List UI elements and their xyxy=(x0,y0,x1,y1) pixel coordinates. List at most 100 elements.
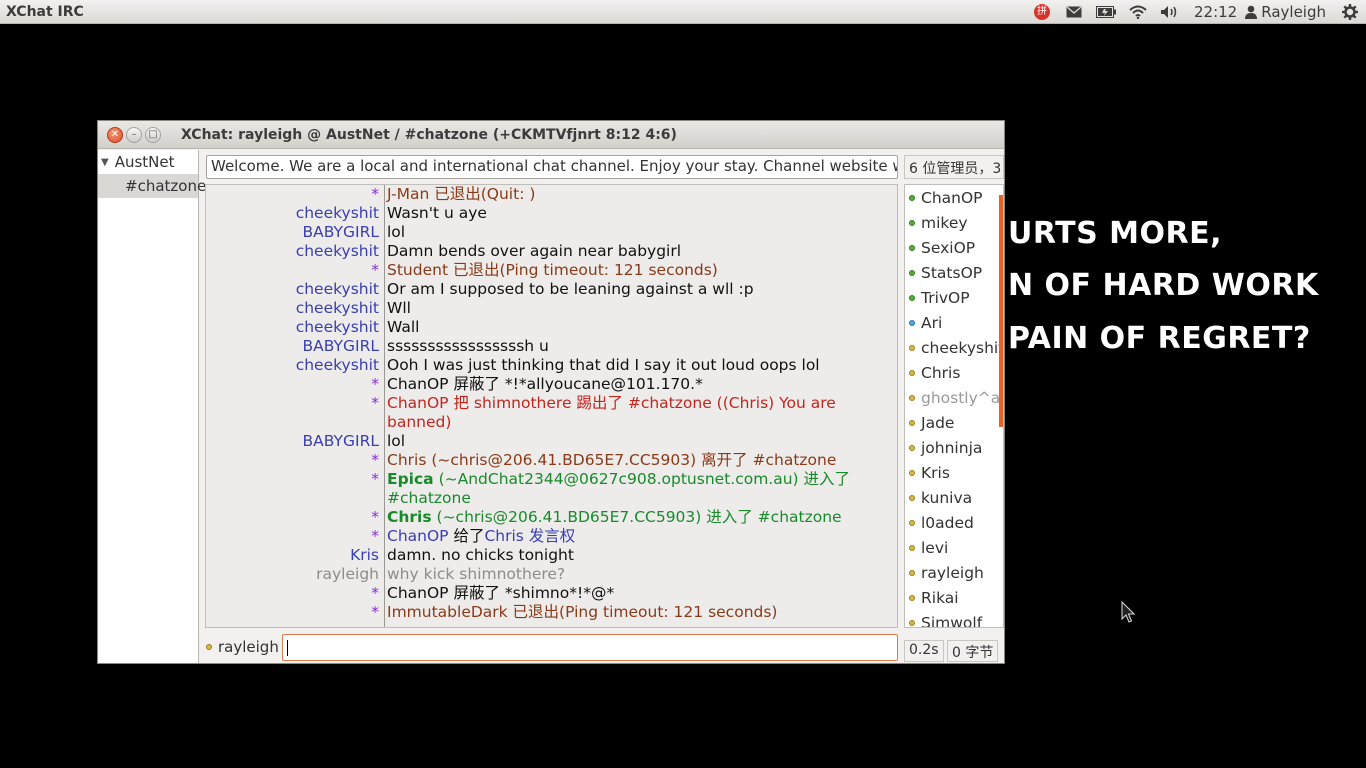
chat-line: * ChanOP 给了Chris 发言权 xyxy=(206,527,897,546)
chat-message-part: Student 已退出(Ping timeout: 121 seconds) xyxy=(387,261,718,279)
chat-line: * Chris (~chris@206.41.BD65E7.CC5903) 进入了… xyxy=(206,508,897,527)
volume-icon[interactable] xyxy=(1154,0,1186,24)
chat-nick[interactable]: cheekyshit xyxy=(206,299,382,318)
chat-message: lol xyxy=(382,223,892,242)
nick-button[interactable]: rayleigh xyxy=(206,634,279,660)
user-list-item[interactable]: Simwolf xyxy=(905,610,1003,628)
chat-nick[interactable]: cheekyshit xyxy=(206,204,382,223)
chat-nick[interactable]: cheekyshit xyxy=(206,318,382,337)
user-list-item[interactable]: ChanOP xyxy=(905,185,1003,210)
user-menu[interactable]: Rayleigh xyxy=(1245,3,1334,21)
user-list-item[interactable]: Kris xyxy=(905,460,1003,485)
user-list-item[interactable]: l0aded xyxy=(905,510,1003,535)
chat-message: Chris (~chris@206.41.BD65E7.CC5903) 离开了 … xyxy=(382,451,892,470)
expander-down-icon[interactable]: ▼ xyxy=(101,157,109,168)
user-list-item[interactable]: Jade xyxy=(905,410,1003,435)
topic-field[interactable]: Welcome. We are a local and internationa… xyxy=(206,155,898,179)
gear-icon[interactable] xyxy=(1334,0,1366,24)
user-status-icon xyxy=(909,369,915,376)
user-status-icon xyxy=(909,244,915,251)
mouse-cursor-icon xyxy=(1121,601,1135,623)
chat-message: Student 已退出(Ping timeout: 121 seconds) xyxy=(382,261,892,280)
mail-icon[interactable] xyxy=(1058,0,1090,24)
tree-channel-item[interactable]: #chatzone xyxy=(98,174,206,198)
user-name: ChanOP xyxy=(921,188,983,207)
lag-indicator: 0.2s xyxy=(904,640,944,662)
user-list[interactable]: ChanOP mikey SexiOP StatsOP TrivOP Ari cheekys… xyxy=(904,184,1004,628)
user-status-icon xyxy=(909,394,915,401)
chat-line: cheekyshit Ooh I was just thinking that d… xyxy=(206,356,897,375)
user-list-item[interactable]: ghostly^afk xyxy=(905,385,1003,410)
nick-status-icon xyxy=(206,644,212,650)
chat-line: * Student 已退出(Ping timeout: 121 seconds) xyxy=(206,261,897,280)
user-list-item[interactable]: mikey xyxy=(905,210,1003,235)
maximize-button[interactable]: □ xyxy=(145,126,161,143)
chat-nick[interactable]: Kris xyxy=(206,546,382,565)
chat-message-part: (~AndChat2344@0627c908.optusnet.com.au) … xyxy=(387,470,851,507)
user-name: johninja xyxy=(921,438,983,457)
wifi-icon[interactable] xyxy=(1122,0,1154,24)
input-method-icon[interactable]: 拼 xyxy=(1026,0,1058,24)
user-name: SexiOP xyxy=(921,238,976,257)
chat-message: damn. no chicks tonight xyxy=(382,546,892,565)
chat-nick[interactable]: BABYGIRL xyxy=(206,432,382,451)
battery-icon[interactable] xyxy=(1090,0,1122,24)
chat-message-part: Ooh I was just thinking that did I say i… xyxy=(387,356,820,374)
user-list-item[interactable]: Chris xyxy=(905,360,1003,385)
network-name: AustNet xyxy=(114,153,175,171)
user-status-icon xyxy=(909,519,915,526)
chat-nick: * xyxy=(371,584,379,602)
chat-nick: * xyxy=(371,527,379,545)
chat-message: ChanOP 屏蔽了 *!*allyoucane@101.170.* xyxy=(382,375,892,394)
chat-log[interactable]: * J-Man 已退出(Quit: ) cheekyshit Wasn't u aye… xyxy=(205,184,898,628)
user-status-icon xyxy=(909,269,915,276)
chat-message-part: Wasn't u aye xyxy=(387,204,487,222)
user-list-item[interactable]: TrivOP xyxy=(905,285,1003,310)
chat-nick[interactable]: cheekyshit xyxy=(206,356,382,375)
message-input[interactable] xyxy=(282,634,898,661)
chat-message: Ooh I was just thinking that did I say i… xyxy=(382,356,892,375)
user-name: Simwolf xyxy=(921,613,983,628)
chat-nick[interactable]: rayleigh xyxy=(206,565,382,584)
user-name: ghostly^afk xyxy=(921,388,1003,407)
user-name: Rayleigh xyxy=(1261,2,1326,21)
close-button[interactable]: ✕ xyxy=(107,126,123,143)
user-list-item[interactable]: cheekyshit xyxy=(905,335,1003,360)
user-status-icon xyxy=(909,294,915,301)
user-list-item[interactable]: levi xyxy=(905,535,1003,560)
user-list-item[interactable]: kuniva xyxy=(905,485,1003,510)
chat-nick[interactable]: BABYGIRL xyxy=(206,337,382,356)
user-list-item[interactable]: johninja xyxy=(905,435,1003,460)
chat-nick: * xyxy=(371,603,379,621)
nick-separator[interactable] xyxy=(384,185,385,627)
tree-network-item[interactable]: ▼ AustNet xyxy=(98,150,198,174)
user-count-label: 6 位管理员，3 xyxy=(904,155,1004,179)
user-name: levi xyxy=(921,538,949,557)
chat-line: BABYGIRL sssssssssssssssssh u xyxy=(206,337,897,356)
user-list-item[interactable]: SexiOP xyxy=(905,235,1003,260)
clock[interactable]: 22:12 xyxy=(1186,3,1245,21)
wallpaper-text-2: N OF HARD WORK xyxy=(1008,268,1319,303)
chat-line: cheekyshit Or am I supposed to be leaning… xyxy=(206,280,897,299)
minimize-button[interactable]: – xyxy=(126,126,142,143)
top-panel: XChat IRC 拼 22:12 Rayleigh xyxy=(0,0,1366,24)
chat-nick: * xyxy=(371,185,379,203)
chat-message: ChanOP 屏蔽了 *shimno*!*@* xyxy=(382,584,892,603)
chat-message: J-Man 已退出(Quit: ) xyxy=(382,185,892,204)
user-list-scrollbar[interactable] xyxy=(999,195,1003,427)
user-list-item[interactable]: Rikai xyxy=(905,585,1003,610)
chat-message-part: lol xyxy=(387,223,406,241)
user-list-item[interactable]: StatsOP xyxy=(905,260,1003,285)
chat-nick[interactable]: BABYGIRL xyxy=(206,223,382,242)
user-name: l0aded xyxy=(921,513,974,532)
user-status-icon xyxy=(909,494,915,501)
user-list-item[interactable]: Ari xyxy=(905,310,1003,335)
user-name: Chris xyxy=(921,363,961,382)
chat-nick[interactable]: cheekyshit xyxy=(206,242,382,261)
app-title: XChat IRC xyxy=(6,3,84,20)
chat-nick[interactable]: cheekyshit xyxy=(206,280,382,299)
window-titlebar[interactable]: ✕ – □ XChat: rayleigh @ AustNet / #chatz… xyxy=(98,121,1004,149)
chat-message-part: 给了 xyxy=(448,527,485,545)
chat-message: ImmutableDark 已退出(Ping timeout: 121 seco… xyxy=(382,603,892,622)
user-list-item[interactable]: rayleigh xyxy=(905,560,1003,585)
